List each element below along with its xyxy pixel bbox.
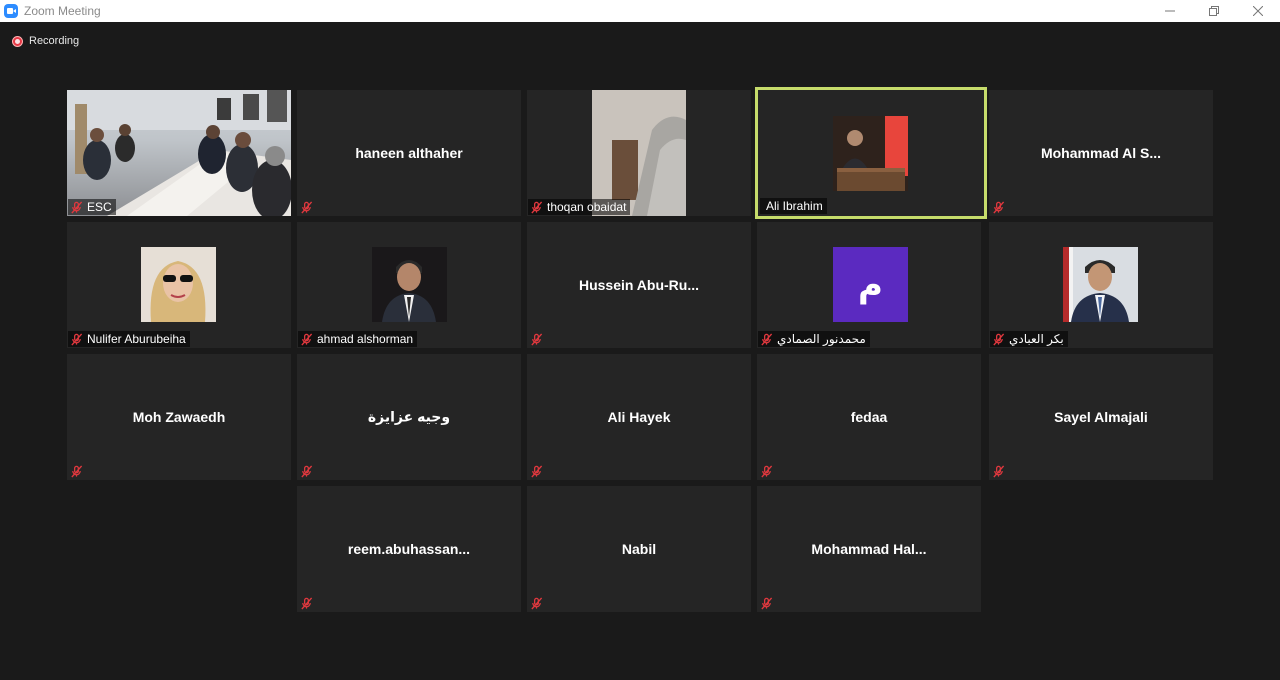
participant-footer [528,595,547,611]
participant-name: Nabil [621,541,657,557]
mic-off-icon [70,201,83,214]
participant-tile-nulifer[interactable]: Nulifer Aburubeiha [67,222,291,348]
participant-name: Moh Zawaedh [132,409,226,425]
participant-tile-fedaa[interactable]: fedaa [757,354,981,480]
participant-footer: محمدنور الصمادي [758,331,870,347]
record-icon [12,35,23,47]
participant-photo [1063,247,1138,322]
mic-off-icon [760,597,773,610]
close-icon [1253,6,1263,16]
participant-footer [298,199,317,215]
participant-name: Sayel Almajali [1054,409,1148,425]
participant-tile-ahmad[interactable]: ahmad alshorman [297,222,521,348]
participant-name: ESC [87,200,112,214]
mic-off-icon [70,465,83,478]
participant-tile-mohammadnour[interactable]: م محمدنور الصمادي [757,222,981,348]
participant-video-nulifer [141,247,216,322]
participant-name: بكر العبادي [1009,332,1064,346]
mic-off-icon [530,597,543,610]
participant-name: thoqan obaidat [547,200,627,214]
participant-name: haneen althaher [355,145,463,161]
participant-name: ahmad alshorman [317,332,414,346]
window-titlebar: Zoom Meeting [0,0,1280,22]
participant-tile-moh-zawaedh[interactable]: Moh Zawaedh [67,354,291,480]
participant-footer [990,463,1009,479]
participant-tile-hussein[interactable]: Hussein Abu-Ru... [527,222,751,348]
restore-icon [1209,6,1219,16]
participant-footer [758,463,777,479]
participant-tile-ali-hayek[interactable]: Ali Hayek [527,354,751,480]
participant-footer [990,199,1009,215]
participant-tile-haneen[interactable]: haneen althaher [297,90,521,216]
participant-footer [758,595,777,611]
participant-tile-mohammad-al-s[interactable]: Mohammad Al S... [989,90,1213,216]
participant-avatar-letter: م [833,247,908,322]
participant-name: وجيه عزايزة [367,408,451,425]
mic-off-icon [530,465,543,478]
participant-video-ahmad [372,247,447,322]
participant-tile-bakr[interactable]: بكر العبادي [989,222,1213,348]
participant-tile-reem[interactable]: reem.abuhassan... [297,486,521,612]
close-button[interactable] [1236,0,1280,22]
participant-footer: Nulifer Aburubeiha [68,331,190,347]
mic-off-icon [992,201,1005,214]
participant-video-bakr [1063,247,1138,322]
participant-footer: بكر العبادي [990,331,1068,347]
participant-tile-wajeeh[interactable]: وجيه عزايزة [297,354,521,480]
minimize-icon [1165,10,1175,12]
mic-off-icon [300,597,313,610]
participant-footer [68,463,87,479]
participant-photo [141,247,216,322]
participant-video-esc [67,90,291,216]
participant-name: reem.abuhassan... [347,541,471,557]
participant-footer: ESC [68,199,116,215]
zoom-app-icon [4,4,18,18]
participant-tile-ali-ibrahim[interactable]: Ali Ibrahim [755,87,987,219]
mic-off-icon [530,333,543,346]
participant-name: Nulifer Aburubeiha [87,332,186,346]
window-title: Zoom Meeting [24,4,101,18]
participant-footer [298,463,317,479]
mic-off-icon [70,333,83,346]
video-frame-image [592,90,686,216]
participant-footer [528,463,547,479]
participant-name: Ali Ibrahim [766,199,823,213]
participant-name: محمدنور الصمادي [777,332,866,346]
mic-off-icon [992,333,1005,346]
participant-footer: ahmad alshorman [298,331,418,347]
participant-name: Ali Hayek [607,409,671,425]
participant-video-thoqan [592,90,686,216]
mic-off-icon [300,465,313,478]
meeting-room-image [67,90,291,216]
participant-tile-esc[interactable]: ESC [67,90,291,216]
mic-off-icon [300,333,313,346]
participant-name: Mohammad Al S... [1040,145,1162,161]
participant-footer: Ali Ibrahim [760,198,827,214]
mic-off-icon [760,465,773,478]
mic-off-icon [300,201,313,214]
window-controls [1148,0,1280,22]
mic-off-icon [760,333,773,346]
participant-tile-mohammad-hal[interactable]: Mohammad Hal... [757,486,981,612]
participant-photo [372,247,447,322]
participant-tile-nabil[interactable]: Nabil [527,486,751,612]
recording-label: Recording [29,35,80,47]
participant-tile-sayel[interactable]: Sayel Almajali [989,354,1213,480]
restore-button[interactable] [1192,0,1236,22]
participant-footer [298,595,317,611]
minimize-button[interactable] [1148,0,1192,22]
participant-name: Mohammad Hal... [811,541,927,557]
participant-footer: thoqan obaidat [528,199,631,215]
participant-footer [528,331,547,347]
participant-name: fedaa [850,409,888,425]
participant-name: Hussein Abu-Ru... [578,277,700,293]
speaker-podium-image [833,116,908,191]
mic-off-icon [992,465,1005,478]
mic-off-icon [530,201,543,214]
participant-tile-thoqan[interactable]: thoqan obaidat [527,90,751,216]
recording-indicator[interactable]: Recording [12,34,79,48]
participant-video-ali-ibrahim [833,116,908,191]
